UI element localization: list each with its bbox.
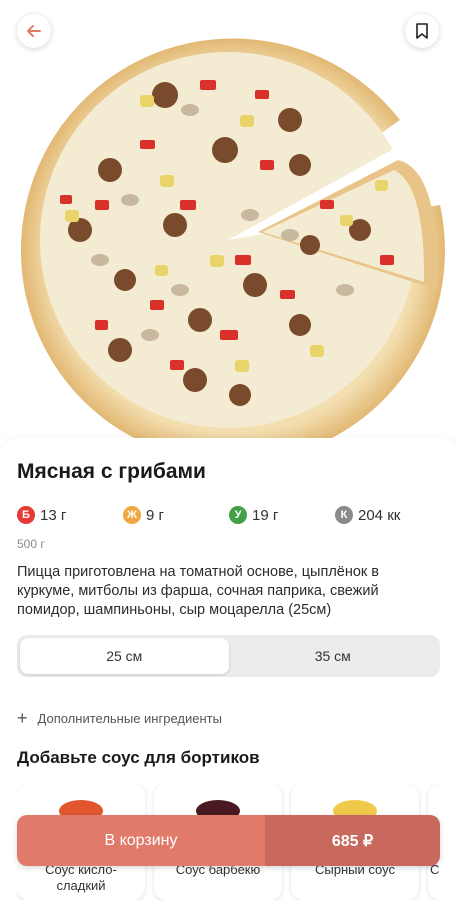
add-to-cart-bar: В корзину 685 ₽	[17, 815, 440, 866]
product-hero	[0, 0, 457, 460]
nutrition-protein: Б 13 г	[17, 506, 66, 524]
calories-value: 204 кк	[358, 506, 401, 524]
back-button[interactable]	[17, 14, 51, 48]
product-title: Мясная с грибами	[17, 460, 206, 483]
sauces-section-title: Добавьте соус для бортиков	[17, 748, 260, 767]
extra-ingredients-label: Дополнительные ингредиенты	[37, 710, 222, 726]
size-selector: 25 см 35 см	[17, 635, 440, 677]
product-description: Пицца приготовлена на томатной основе, ц…	[17, 564, 379, 618]
fat-value: 9 г	[146, 506, 164, 524]
protein-badge: Б	[17, 506, 35, 524]
product-weight: 500 г	[17, 537, 45, 551]
sauce-name: Соус кисло-сладкий	[45, 862, 117, 893]
size-option-25[interactable]: 25 см	[20, 638, 229, 674]
add-to-cart-button[interactable]: В корзину	[17, 815, 265, 866]
price-button[interactable]: 685 ₽	[265, 815, 440, 866]
bookmark-icon	[416, 23, 428, 39]
size-option-35[interactable]: 35 см	[229, 638, 438, 674]
nutrition-carbs: У 19 г	[229, 506, 278, 524]
nutrition-fat: Ж 9 г	[123, 506, 164, 524]
protein-value: 13 г	[40, 506, 67, 524]
carbs-value: 19 г	[252, 506, 279, 524]
fat-badge: Ж	[123, 506, 141, 524]
extra-ingredients-button[interactable]: + Дополнительные ингредиенты	[17, 709, 222, 727]
nutrition-calories: К 204 кк	[335, 506, 400, 524]
carbs-badge: У	[229, 506, 247, 524]
arrow-left-icon	[27, 25, 41, 37]
plus-icon: +	[17, 708, 28, 728]
calories-badge: К	[335, 506, 353, 524]
bookmark-button[interactable]	[405, 14, 439, 48]
pizza-image	[20, 38, 445, 460]
